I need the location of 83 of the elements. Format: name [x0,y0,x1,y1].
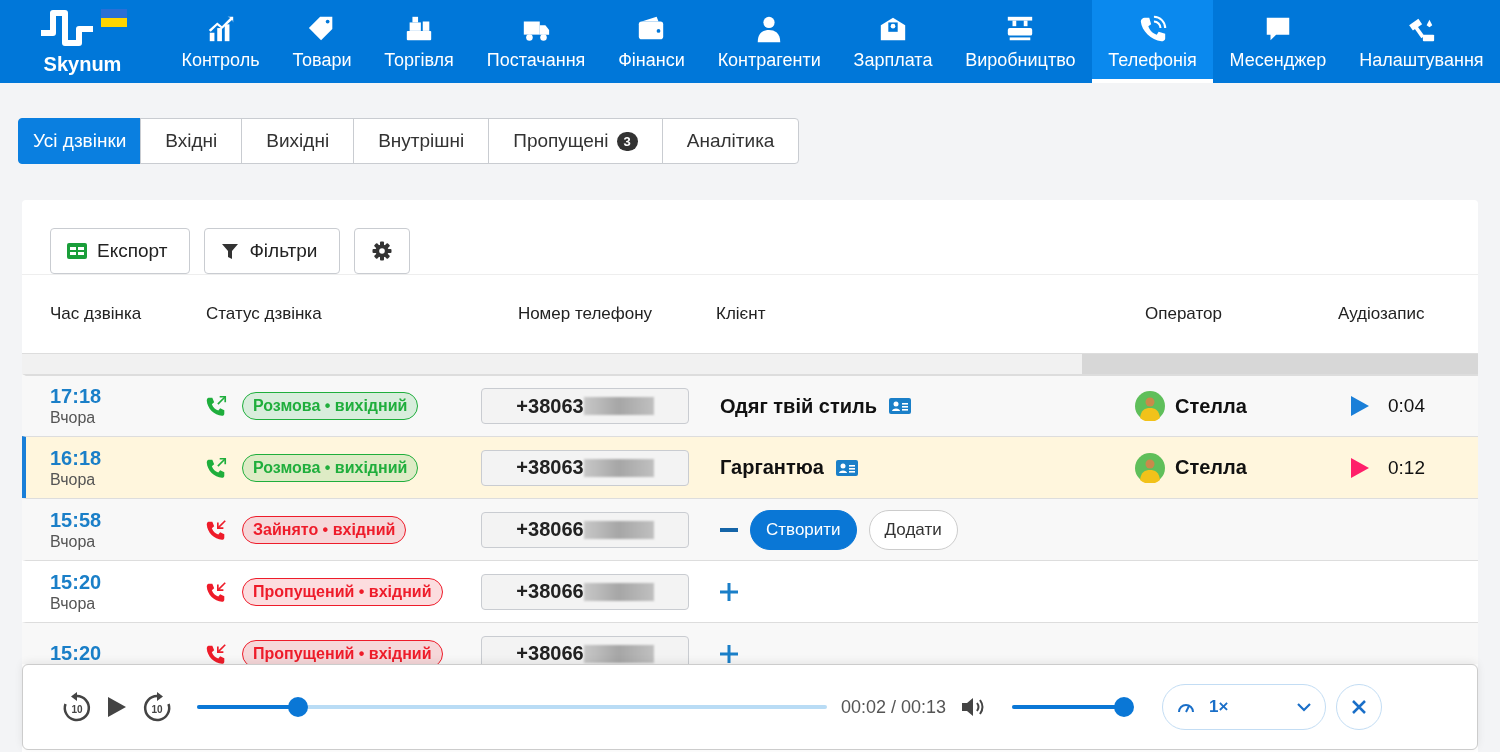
scrollbar[interactable] [1082,354,1478,374]
avatar [1135,452,1165,483]
call-date: Вчора [50,470,96,489]
nav-item[interactable]: Виробництво [948,0,1092,83]
nav-item[interactable]: Торгівля [367,0,471,83]
tab[interactable]: Усі дзвінки [18,118,142,164]
phone-number-field[interactable]: +38063 [481,388,689,424]
avatar [1135,391,1165,421]
slider-handle[interactable] [287,697,308,717]
nav-item[interactable]: Месенджер [1213,0,1343,83]
gauge-icon [1177,701,1196,713]
call-row[interactable]: 15:20 Пропущений • вхідний +38066 [22,622,1478,664]
logo-text: Skynum [43,53,122,76]
close-button[interactable] [1336,684,1383,730]
contact-card-icon[interactable] [889,398,912,414]
slider-handle[interactable] [1114,697,1135,717]
redaction-blur [583,458,654,477]
client-name[interactable]: Гаргантюа [720,456,824,479]
column-header: Аудіозапис [1337,304,1426,324]
call-time: 15:58 [50,508,102,532]
tab[interactable]: Внутрішні [353,118,490,164]
create-button[interactable]: Створити [750,509,857,550]
column-header: Клієнт [715,304,767,324]
collapse-icon[interactable] [720,527,738,532]
nav-item[interactable]: Товари [276,0,368,83]
tab[interactable]: Аналітика [661,118,800,164]
nav-item[interactable]: Налаштування [1342,0,1500,83]
speed-dropdown[interactable]: 1× [1162,684,1327,730]
phone-number-field[interactable]: +38066 [481,511,689,548]
count-badge: 3 [616,131,638,151]
tab[interactable]: Вхідні [140,118,243,164]
play-icon[interactable] [107,695,127,719]
plus-icon[interactable] [720,582,738,601]
phone-number-field[interactable]: +38066 [481,573,689,610]
nav-item[interactable]: Постачання [470,0,602,83]
redaction-blur [583,582,654,601]
call-time: 17:18 [50,385,102,408]
redaction-blur [583,397,654,415]
spreadsheet-icon [67,243,87,259]
column-header: Номер телефону [516,304,654,324]
call-time: 15:20 [50,570,102,594]
tab[interactable]: Вихідні [241,118,355,164]
column-header: Статус дзвінка [205,304,323,324]
client-name[interactable]: Одяг твій стиль [720,394,878,418]
nav-item[interactable]: Фінанси [601,0,702,83]
filters-button[interactable]: Фільтри [204,228,341,274]
settings-button[interactable] [354,228,411,274]
status-badge: Зайнято • вхідний [242,515,407,544]
phone-number-field[interactable]: +38063 [481,449,689,486]
plus-icon[interactable] [720,644,738,663]
redaction-blur [583,520,654,539]
add-button[interactable]: Додати [868,509,958,550]
audio-duration: 0:12 [1388,456,1425,479]
call-date: Вчора [50,532,96,551]
operator-name: Стелла [1175,394,1247,418]
column-header: Оператор [1144,304,1223,324]
status-badge: Пропущений • вхідний [242,577,443,606]
column-header: Час дзвінка [49,304,143,324]
status-badge: Розмова • вихідний [242,453,419,482]
call-date: Вчора [50,409,96,427]
redaction-blur [583,644,654,663]
nav-item[interactable]: Зарплата [837,0,949,83]
phone-number-field[interactable]: +38066 [481,635,689,664]
chevron-down-icon [1297,702,1312,712]
status-badge: Розмова • вихідний [242,392,419,420]
filter-icon [221,242,240,260]
call-time: 16:18 [50,446,102,470]
export-button[interactable]: Експорт [50,228,191,274]
tab[interactable]: Пропущені 3 [488,118,663,164]
settings-icon [372,241,393,261]
audio-duration: 0:04 [1388,395,1425,417]
call-time: 15:20 [50,642,102,664]
call-row[interactable]: 17:18 Вчора Розмова • вихідний +38063 Одяг твій стиль Стелла 0:04 [22,374,1478,436]
contact-card-icon[interactable] [835,459,858,476]
call-date: Вчора [50,594,96,613]
playback-time: 00:02 / 00:13 [841,696,947,718]
close-icon [1351,699,1368,715]
nav-item[interactable]: Контрагенти [701,0,838,83]
call-row[interactable]: 15:58 Вчора Зайнято • вхідний +38066 Створити Додати [22,498,1478,560]
nav-item[interactable]: Контроль [165,0,276,83]
operator-name: Стелла [1175,456,1247,479]
call-row[interactable]: 16:18 Вчора Розмова • вихідний +38063 Гаргантюа Стелла 0:12 [22,436,1478,498]
nav-item[interactable]: Телефонія [1091,0,1214,83]
